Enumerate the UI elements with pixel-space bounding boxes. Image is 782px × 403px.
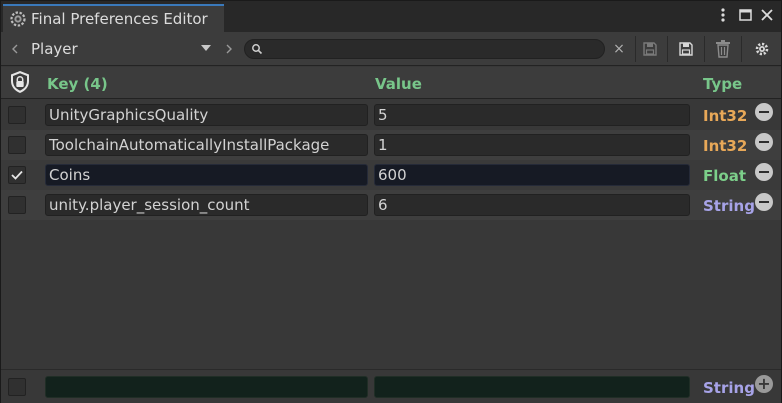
type-column-header[interactable]: Type [703,75,742,93]
preferences-editor-window: Final Preferences Editor Player × Key (4… [0,0,782,403]
type-label: String [703,197,755,215]
value-field[interactable]: 1 [374,134,690,156]
row-checkbox[interactable] [8,196,26,214]
row-checkbox[interactable] [8,106,26,124]
close-icon[interactable] [759,6,775,24]
clear-search-button[interactable]: × [612,40,626,58]
table-row: unity.player_session_count 6 String [1,190,781,220]
column-header: Key (4) Value Type [1,67,781,99]
key-field[interactable]: ToolchainAutomaticallyInstallPackage [45,134,368,156]
save-all-icon[interactable] [673,38,699,60]
new-entry-checkbox[interactable] [8,378,26,396]
key-field[interactable]: UnityGraphicsQuality [45,104,368,126]
source-selected-value: Player [31,40,78,58]
row-checkbox[interactable] [8,166,26,184]
remove-icon[interactable] [755,103,773,121]
row-checkbox[interactable] [8,136,26,154]
maximize-icon[interactable] [737,6,753,24]
chevron-down-icon [201,45,211,51]
previous-icon[interactable] [8,40,22,58]
value-field[interactable]: 600 [374,164,690,186]
search-input[interactable] [244,39,605,59]
type-label: Int32 [703,137,748,155]
window-tab[interactable]: Final Preferences Editor [3,4,224,32]
next-icon[interactable] [222,40,236,58]
add-entry-icon[interactable]: + [755,375,773,393]
toolbar-divider [741,36,742,62]
key-column-header[interactable]: Key (4) [47,75,108,93]
title-bar: Final Preferences Editor [1,1,781,32]
source-dropdown[interactable]: Player [27,39,215,59]
save-icon[interactable] [637,38,663,60]
table-row: ToolchainAutomaticallyInstallPackage 1 I… [1,130,781,160]
new-value-field[interactable] [374,376,690,398]
gear-cog-icon [10,11,26,27]
new-entry-type-dropdown[interactable]: String [703,379,755,397]
lock-shield-icon[interactable] [7,69,33,95]
toolbar-divider [667,36,668,62]
toolbar-divider [704,36,705,62]
value-column-header[interactable]: Value [375,75,422,93]
remove-icon[interactable] [755,193,773,211]
window-controls [715,6,775,24]
checkmark-icon [11,170,23,180]
settings-gear-icon[interactable] [749,38,775,60]
type-label: Float [703,167,746,185]
remove-icon[interactable] [755,133,773,151]
trash-icon[interactable] [710,38,736,60]
toolbar: Player × [1,32,781,66]
type-label: Int32 [703,107,748,125]
key-field[interactable]: Coins [45,164,368,186]
search-icon [252,44,263,55]
table-row: Coins 600 Float [1,160,781,190]
table-row: UnityGraphicsQuality 5 Int32 [1,100,781,130]
window-title: Final Preferences Editor [31,10,208,28]
toolbar-divider [635,36,636,62]
new-entry-row: String + [1,369,781,403]
remove-icon[interactable] [755,163,773,181]
value-field[interactable]: 5 [374,104,690,126]
new-key-field[interactable] [45,376,368,398]
more-options-icon[interactable] [715,6,731,24]
value-field[interactable]: 6 [374,194,690,216]
key-field[interactable]: unity.player_session_count [45,194,368,216]
